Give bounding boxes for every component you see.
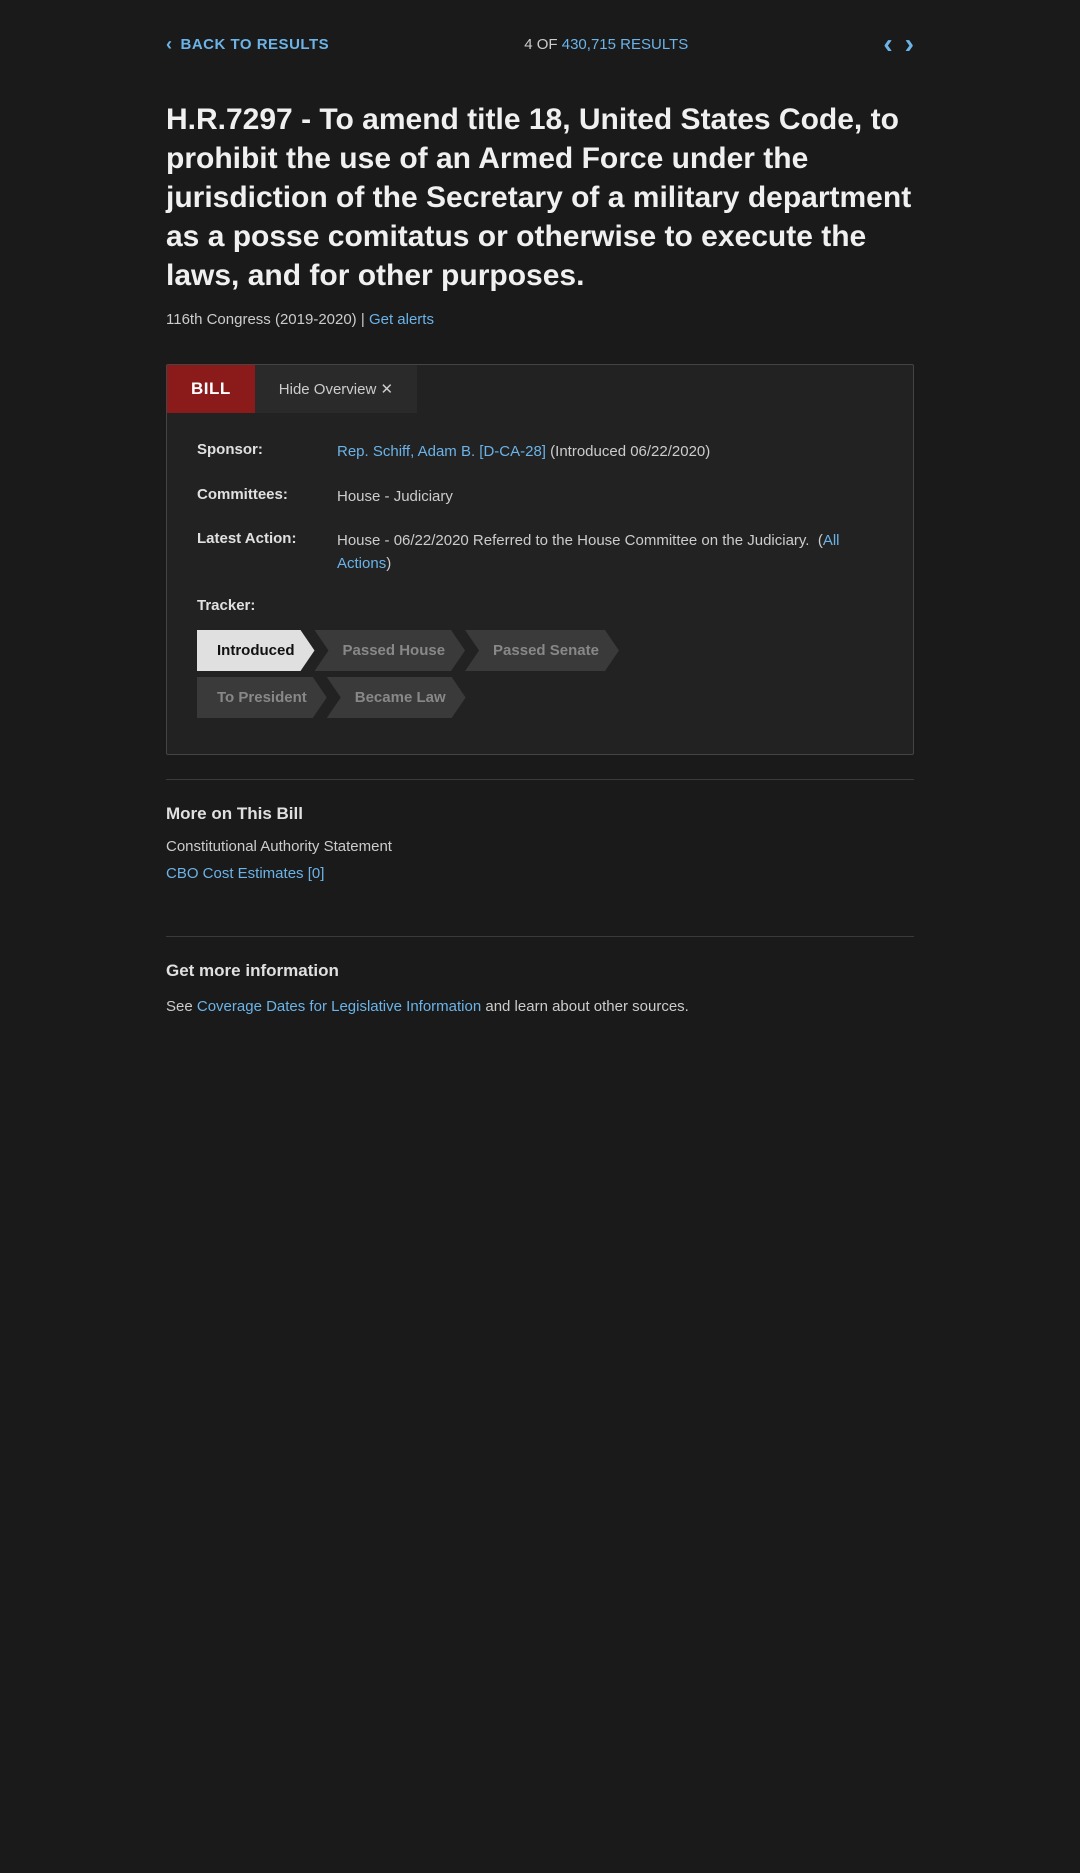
tracker-step-became-law: Became Law [327,677,466,718]
more-title: More on This Bill [166,804,914,824]
bill-card-tabs: BILL Hide Overview ✕ [167,365,913,413]
constitutional-authority-item: Constitutional Authority Statement [166,838,914,855]
cbo-link[interactable]: CBO Cost Estimates [0] [166,865,324,882]
tracker-row-2: To President Became Law [197,677,883,718]
tracker-label: Tracker: [197,597,883,614]
sponsor-value: Rep. Schiff, Adam B. [D-CA-28] (Introduc… [337,441,710,464]
get-info-title: Get more information [166,961,914,981]
back-label: BACK TO RESULTS [181,36,330,53]
get-alerts-link[interactable]: Get alerts [369,311,434,328]
tracker-section: Tracker: Introduced Passed House Passed … [197,597,883,718]
latest-action-row: Latest Action: House - 06/22/2020 Referr… [197,530,883,575]
bill-card-body: Sponsor: Rep. Schiff, Adam B. [D-CA-28] … [167,413,913,754]
tab-hide-overview[interactable]: Hide Overview ✕ [255,365,417,413]
prev-result-arrow[interactable]: ‹ [883,28,892,60]
latest-action-value: House - 06/22/2020 Referred to the House… [337,530,883,575]
pipe-separator: | [361,311,369,328]
nav-arrows: ‹ › [883,28,914,60]
next-result-arrow[interactable]: › [905,28,914,60]
committees-label: Committees: [197,486,337,503]
result-count: 4 OF 430,715 RESULTS [524,36,688,53]
tracker-step-box-passed-house: Passed House [315,630,466,671]
divider-2 [166,936,914,937]
tracker-step-box-introduced: Introduced [197,630,315,671]
get-info-section: Get more information See Coverage Dates … [130,961,950,1049]
bill-overview-card: BILL Hide Overview ✕ Sponsor: Rep. Schif… [166,364,914,755]
tracker-step-passed-senate: Passed Senate [465,630,619,671]
back-chevron-icon: ‹ [166,34,173,55]
tracker-step-box-passed-senate: Passed Senate [465,630,619,671]
tracker-step-to-president: To President [197,677,327,718]
latest-action-label: Latest Action: [197,530,337,547]
sponsor-link[interactable]: Rep. Schiff, Adam B. [D-CA-28] [337,443,546,460]
congress-info: 116th Congress (2019-2020) | Get alerts [166,311,914,328]
committees-value: House - Judiciary [337,486,453,509]
tracker-row-1: Introduced Passed House Passed Senate [197,630,883,671]
get-info-text-before: See [166,998,193,1015]
tracker-step-box-to-president: To President [197,677,327,718]
divider-1 [166,779,914,780]
result-count-link[interactable]: 430,715 RESULTS [562,36,688,53]
result-position: 4 OF [524,36,557,53]
cbo-item: CBO Cost Estimates [0] [166,865,914,882]
sponsor-label: Sponsor: [197,441,337,458]
congress-text: 116th Congress (2019-2020) [166,311,357,328]
get-info-text: See Coverage Dates for Legislative Infor… [166,995,914,1019]
title-section: H.R.7297 - To amend title 18, United Sta… [130,80,950,344]
sponsor-row: Sponsor: Rep. Schiff, Adam B. [D-CA-28] … [197,441,883,464]
more-section: More on This Bill Constitutional Authori… [130,804,950,912]
constitutional-authority-label: Constitutional Authority Statement [166,838,392,855]
tracker-step-passed-house: Passed House [315,630,466,671]
tab-bill[interactable]: BILL [167,365,255,413]
committees-row: Committees: House - Judiciary [197,486,883,509]
sponsor-detail: (Introduced 06/22/2020) [550,443,710,460]
tracker-step-box-became-law: Became Law [327,677,466,718]
back-to-results-button[interactable]: ‹ BACK TO RESULTS [166,34,329,55]
top-nav: ‹ BACK TO RESULTS 4 OF 430,715 RESULTS ‹… [130,0,950,80]
bill-title: H.R.7297 - To amend title 18, United Sta… [166,100,914,295]
get-info-text-after: and learn about other sources. [485,998,688,1015]
coverage-dates-link[interactable]: Coverage Dates for Legislative Informati… [197,998,481,1015]
tracker-step-introduced: Introduced [197,630,315,671]
